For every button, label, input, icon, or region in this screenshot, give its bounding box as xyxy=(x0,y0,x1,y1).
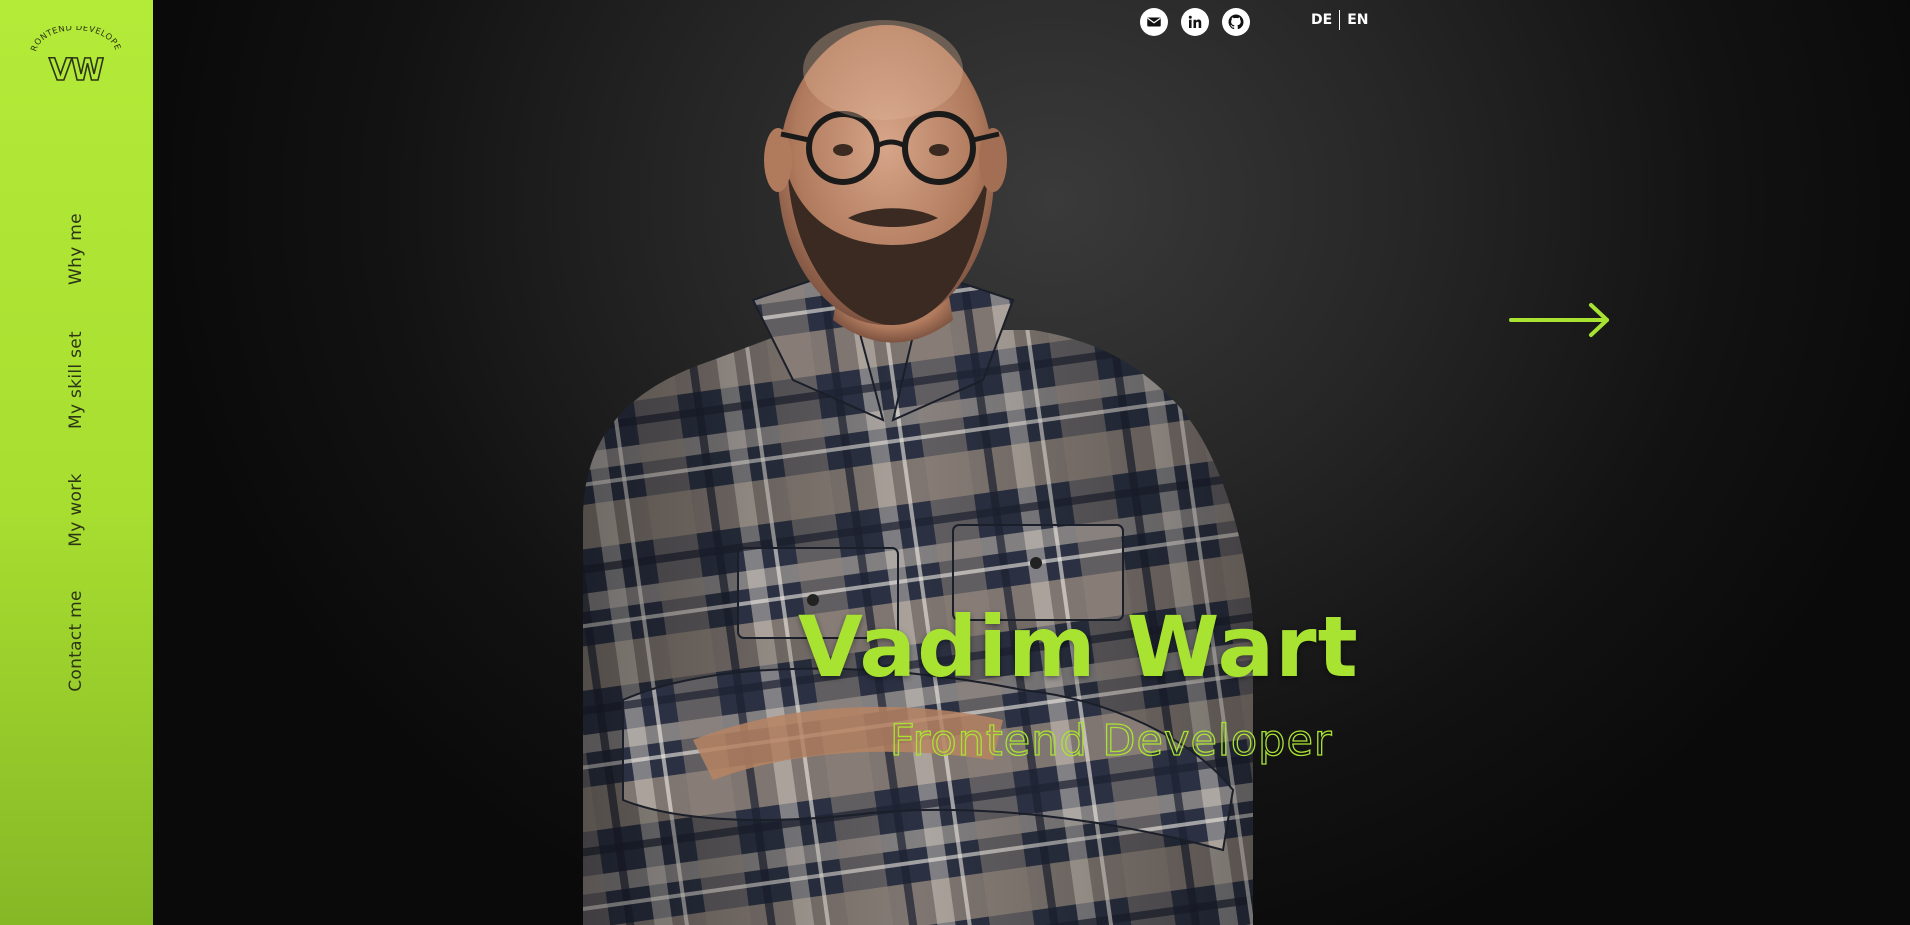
social-mail[interactable] xyxy=(1140,8,1168,36)
svg-text:FRONTEND DEVELOPER: FRONTEND DEVELOPER xyxy=(28,26,123,53)
linkedin-icon xyxy=(1188,15,1202,28)
social-linkedin[interactable] xyxy=(1181,8,1209,36)
language-switcher: DE EN xyxy=(1307,10,1372,30)
portrait-illustration xyxy=(583,20,1253,925)
logo-tagline: FRONTEND DEVELOPER xyxy=(28,26,123,53)
page: FRONTEND DEVELOPER VW Why me My skill se… xyxy=(0,0,1910,925)
logo-initials: VW xyxy=(49,53,104,86)
nav-why-me[interactable]: Why me xyxy=(66,213,86,285)
social-github[interactable] xyxy=(1222,8,1250,36)
sidebar: FRONTEND DEVELOPER VW Why me My skill se… xyxy=(0,0,153,925)
nav-my-work[interactable]: My work xyxy=(66,473,86,546)
arrow-right-icon xyxy=(1509,303,1609,337)
nav-contact-me[interactable]: Contact me xyxy=(66,590,86,692)
hero-section: DE EN Vadim Wart Frontend Developer xyxy=(153,0,1910,925)
logo-mark: FRONTEND DEVELOPER VW xyxy=(28,26,123,86)
lang-de[interactable]: DE xyxy=(1307,12,1336,28)
hero-role: Frontend Developer xyxy=(889,715,1333,766)
github-icon xyxy=(1228,14,1244,30)
logo[interactable]: FRONTEND DEVELOPER VW xyxy=(28,26,124,86)
hero-name: Vadim Wart xyxy=(798,598,1359,696)
next-arrow-button[interactable] xyxy=(1509,300,1613,340)
nav-my-skill-set[interactable]: My skill set xyxy=(66,331,86,429)
lang-divider xyxy=(1339,10,1341,30)
portrait-photo xyxy=(153,0,1910,925)
lang-en[interactable]: EN xyxy=(1343,12,1372,28)
mail-icon xyxy=(1147,17,1161,27)
social-links xyxy=(1140,8,1250,36)
